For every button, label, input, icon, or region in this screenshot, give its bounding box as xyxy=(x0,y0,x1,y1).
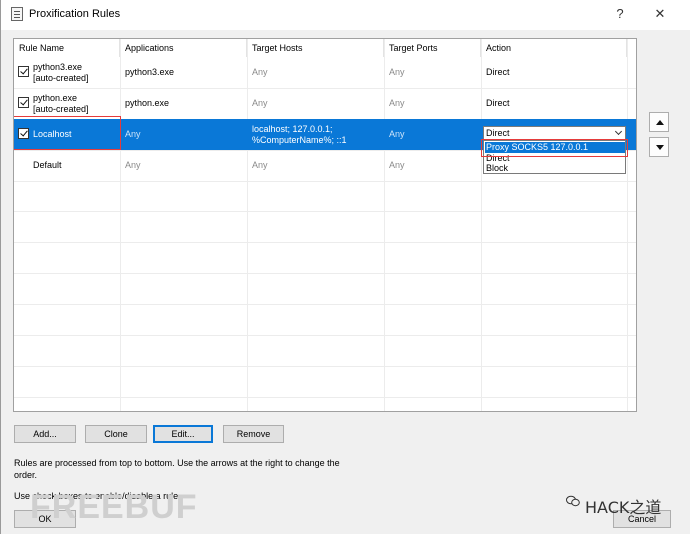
rules-table: Rule Name Applications Target Hosts Targ… xyxy=(13,38,637,412)
remove-button[interactable]: Remove xyxy=(223,425,284,443)
column-header-target-ports[interactable]: Target Ports xyxy=(384,39,481,57)
document-icon xyxy=(11,7,23,21)
edit-button[interactable]: Edit... xyxy=(153,425,213,443)
order-hint-text: Rules are processed from top to bottom. … xyxy=(14,458,340,480)
action-combobox-value: Direct xyxy=(486,128,510,138)
target-hosts-cell: localhost; 127.0.0.1; %ComputerName%; ::… xyxy=(252,123,347,145)
hack-watermark: HACK之道 xyxy=(585,498,662,517)
move-down-button[interactable] xyxy=(649,137,669,157)
target-hosts-cell: Any xyxy=(252,67,268,77)
target-ports-cell: Any xyxy=(389,160,405,170)
target-ports-cell: Any xyxy=(389,98,405,108)
grid-line xyxy=(14,242,636,243)
rule-name-cell: python3.exe [auto-created] xyxy=(33,61,89,83)
clone-button[interactable]: Clone xyxy=(85,425,147,443)
grid-line xyxy=(14,366,636,367)
target-hosts-cell: Any xyxy=(252,98,268,108)
rule-name-cell: python.exe [auto-created] xyxy=(33,92,89,114)
highlight-box-proxy-option xyxy=(481,139,628,157)
rule-name-cell: Default xyxy=(33,160,62,170)
action-cell[interactable]: Direct xyxy=(481,57,627,88)
help-button[interactable]: ? xyxy=(609,4,631,24)
applications-cell: python3.exe xyxy=(125,67,175,77)
window-title: Proxification Rules xyxy=(29,8,121,20)
highlight-box-rule-name xyxy=(14,116,121,150)
column-header-rule-name[interactable]: Rule Name xyxy=(14,39,120,57)
grid-line xyxy=(14,397,636,398)
target-ports-cell: Any xyxy=(389,129,405,139)
grid-line xyxy=(14,304,636,305)
applications-cell: Any xyxy=(125,160,141,170)
close-button[interactable]: ✕ xyxy=(649,4,671,24)
grid-line xyxy=(14,335,636,336)
column-header-applications[interactable]: Applications xyxy=(120,39,247,57)
action-combobox[interactable]: Direct xyxy=(483,126,626,140)
background-window xyxy=(681,40,690,450)
title-bar: Proxification Rules ? ✕ xyxy=(1,0,690,30)
applications-cell: Any xyxy=(125,129,141,139)
move-up-button[interactable] xyxy=(649,112,669,132)
applications-cell: python.exe xyxy=(125,98,170,108)
grid-line xyxy=(14,211,636,212)
table-row[interactable]: python.exe [auto-created] python.exe Any… xyxy=(14,88,636,119)
chevron-down-icon[interactable] xyxy=(614,127,623,136)
proxification-rules-dialog: Proxification Rules ? ✕ Rule Name Applic… xyxy=(0,0,690,534)
arrow-up-icon xyxy=(656,120,664,125)
target-ports-cell: Any xyxy=(389,67,405,77)
column-header-action[interactable]: Action xyxy=(481,39,627,57)
wechat-icon xyxy=(566,495,580,507)
table-row[interactable]: python3.exe [auto-created] python3.exe A… xyxy=(14,57,636,88)
dropdown-option-block[interactable]: Block xyxy=(486,163,508,173)
arrow-down-icon xyxy=(656,145,664,150)
grid-line xyxy=(14,273,636,274)
add-button[interactable]: Add... xyxy=(14,425,76,443)
column-header-target-hosts[interactable]: Target Hosts xyxy=(247,39,384,57)
action-cell[interactable]: Direct xyxy=(481,88,627,119)
target-hosts-cell: Any xyxy=(252,160,268,170)
grid-line xyxy=(14,181,636,182)
freebuf-watermark: FREEBUF xyxy=(30,488,198,526)
